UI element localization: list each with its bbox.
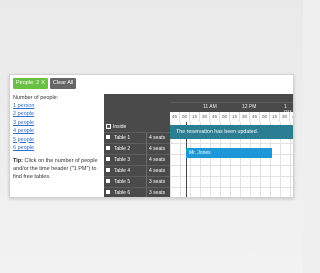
minute-cell: 00 xyxy=(220,112,230,122)
filter-toolbar: People: 2 X Clear All xyxy=(13,78,77,89)
time-cells[interactable] xyxy=(170,188,293,197)
table-name: Table 6 xyxy=(104,188,146,197)
table-icon xyxy=(106,168,110,173)
table-name-text: Table 1 xyxy=(114,135,131,141)
people-filter-panel: Number of people: 1 person 2 people 3 pe… xyxy=(13,95,103,181)
minute-cell: 30 xyxy=(240,112,250,122)
time-header: 11 AM 12 PM 1 PM 45 00 15 30 45 00 15 30… xyxy=(170,94,293,122)
table-seats: 3 seats xyxy=(146,177,170,188)
table-icon xyxy=(106,146,110,151)
update-notification: The reservation has been updated. xyxy=(170,125,293,139)
table-row[interactable]: Table 5 3 seats xyxy=(104,177,293,188)
table-name-text: Table 6 xyxy=(114,190,131,196)
table-icon xyxy=(106,179,110,184)
table-name-text: Table 2 xyxy=(114,146,131,152)
time-cells[interactable] xyxy=(170,177,293,188)
remove-filter-icon[interactable]: X xyxy=(41,78,45,89)
minute-cell: 45 xyxy=(250,112,260,122)
table-icon xyxy=(106,157,110,162)
table-seats: 3 seats xyxy=(146,188,170,197)
people-option-4[interactable]: 4 people xyxy=(13,127,103,135)
scheduler-grid: 11 AM 12 PM 1 PM 45 00 15 30 45 00 15 30… xyxy=(104,94,293,197)
table-name-text: Table 5 xyxy=(114,179,131,185)
table-name-text: Table 3 xyxy=(114,157,131,163)
people-filter-chip[interactable]: People: 2 X xyxy=(13,78,48,89)
minute-header-row: 45 00 15 30 45 00 15 30 45 00 15 30 45 xyxy=(170,112,293,122)
table-name: Table 4 xyxy=(104,166,146,177)
minute-cell: 45 xyxy=(210,112,220,122)
table-seats: 4 seats xyxy=(146,133,170,144)
people-heading: Number of people: xyxy=(13,95,59,101)
reservation-card: People: 2 X Clear All Number of people: … xyxy=(9,74,294,198)
hour-header-11am[interactable]: 11 AM xyxy=(203,104,217,110)
hour-header-12pm[interactable]: 12 PM xyxy=(242,104,256,110)
minute-cell: 45 xyxy=(170,112,180,122)
table-seats: 4 seats xyxy=(146,155,170,166)
minute-cell: 45 xyxy=(290,112,293,122)
hour-header-row: 11 AM 12 PM 1 PM xyxy=(170,102,293,116)
people-option-3[interactable]: 3 people xyxy=(13,119,103,127)
group-label: – Inside xyxy=(104,122,146,133)
table-icon xyxy=(106,190,110,195)
table-icon xyxy=(106,135,110,140)
minute-cell: 30 xyxy=(200,112,210,122)
table-name-text: Table 4 xyxy=(114,168,131,174)
group-name: Inside xyxy=(113,124,127,130)
tip-text: Tip: Click on the number of people and/o… xyxy=(13,157,103,181)
tip-body: Click on the number of people and/or the… xyxy=(13,158,98,181)
minute-cell: 30 xyxy=(280,112,290,122)
table-name: Table 2 xyxy=(104,144,146,155)
people-option-1[interactable]: 1 person xyxy=(13,102,103,110)
people-option-2[interactable]: 2 people xyxy=(13,110,103,118)
table-seats: 4 seats xyxy=(146,166,170,177)
table-name: Table 5 xyxy=(104,177,146,188)
minute-cell: 00 xyxy=(260,112,270,122)
table-seats: 4 seats xyxy=(146,144,170,155)
table-name: Table 1 xyxy=(104,133,146,144)
table-row[interactable]: Table 6 3 seats xyxy=(104,188,293,197)
people-option-6[interactable]: 6 people xyxy=(13,144,103,152)
people-option-5[interactable]: 5 people xyxy=(13,136,103,144)
clear-all-button[interactable]: Clear All xyxy=(49,78,77,89)
table-name: Table 3 xyxy=(104,155,146,166)
time-cells[interactable] xyxy=(170,166,293,177)
minute-cell: 00 xyxy=(180,112,190,122)
tip-label: Tip: xyxy=(13,158,23,165)
collapse-icon[interactable]: – xyxy=(106,123,111,129)
minute-cell: 15 xyxy=(270,112,280,122)
minute-cell: 15 xyxy=(190,112,200,122)
people-filter-label: People: 2 xyxy=(16,80,40,86)
table-row[interactable]: Table 4 4 seats xyxy=(104,166,293,177)
reservation-event[interactable]: Mr. Jones xyxy=(186,148,272,158)
minute-cell: 15 xyxy=(230,112,240,122)
